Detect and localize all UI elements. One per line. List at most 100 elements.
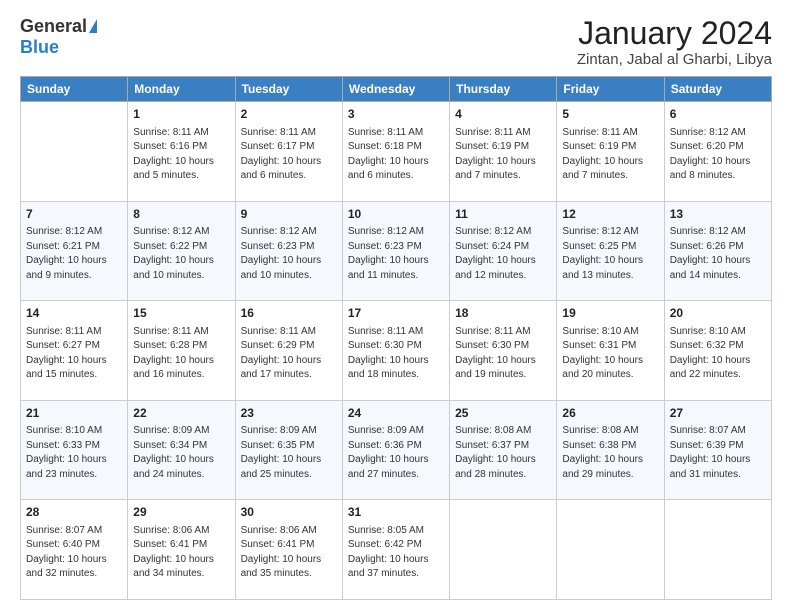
- day-info-line: and 15 minutes.: [26, 368, 122, 383]
- day-info-line: Sunrise: 8:07 AM: [670, 424, 766, 439]
- day-number: 28: [26, 504, 122, 521]
- day-info-line: Sunrise: 8:10 AM: [562, 325, 658, 340]
- day-info-line: Sunrise: 8:07 AM: [26, 524, 122, 539]
- day-number: 19: [562, 305, 658, 322]
- logo-blue-text: Blue: [20, 37, 59, 58]
- calendar-week-row-0: 1Sunrise: 8:11 AMSunset: 6:16 PMDaylight…: [21, 102, 772, 202]
- day-info-line: and 6 minutes.: [348, 169, 444, 184]
- day-info-line: and 31 minutes.: [670, 468, 766, 483]
- day-info-line: Sunrise: 8:11 AM: [241, 126, 337, 141]
- day-info-line: Sunrise: 8:08 AM: [562, 424, 658, 439]
- day-info-line: Sunset: 6:23 PM: [348, 240, 444, 255]
- calendar-table: Sunday Monday Tuesday Wednesday Thursday…: [20, 76, 772, 600]
- day-info-line: and 16 minutes.: [133, 368, 229, 383]
- calendar-week-row-3: 21Sunrise: 8:10 AMSunset: 6:33 PMDayligh…: [21, 400, 772, 500]
- day-info-line: and 20 minutes.: [562, 368, 658, 383]
- day-info-line: Sunset: 6:17 PM: [241, 140, 337, 155]
- day-info-line: Daylight: 10 hours: [241, 553, 337, 568]
- logo-general: General: [20, 16, 97, 37]
- month-title: January 2024: [577, 16, 772, 51]
- day-info-line: Sunset: 6:19 PM: [455, 140, 551, 155]
- day-info-line: Sunrise: 8:11 AM: [562, 126, 658, 141]
- day-info-line: and 34 minutes.: [133, 567, 229, 582]
- col-tuesday: Tuesday: [235, 77, 342, 102]
- day-info-line: Sunrise: 8:12 AM: [455, 225, 551, 240]
- day-info-line: Sunset: 6:35 PM: [241, 439, 337, 454]
- day-info-line: Sunset: 6:32 PM: [670, 339, 766, 354]
- day-info-line: and 18 minutes.: [348, 368, 444, 383]
- day-info-line: and 28 minutes.: [455, 468, 551, 483]
- day-info-line: Sunrise: 8:10 AM: [26, 424, 122, 439]
- day-info-line: Sunrise: 8:09 AM: [348, 424, 444, 439]
- day-info-line: Sunset: 6:18 PM: [348, 140, 444, 155]
- day-number: 5: [562, 106, 658, 123]
- day-info-line: Sunrise: 8:11 AM: [455, 325, 551, 340]
- day-info-line: Sunset: 6:33 PM: [26, 439, 122, 454]
- day-info-line: Sunset: 6:20 PM: [670, 140, 766, 155]
- col-wednesday: Wednesday: [342, 77, 449, 102]
- day-number: 16: [241, 305, 337, 322]
- col-monday: Monday: [128, 77, 235, 102]
- calendar-cell: 12Sunrise: 8:12 AMSunset: 6:25 PMDayligh…: [557, 201, 664, 301]
- day-info-line: Daylight: 10 hours: [348, 553, 444, 568]
- day-info-line: Daylight: 10 hours: [670, 254, 766, 269]
- day-info-line: Daylight: 10 hours: [241, 155, 337, 170]
- day-info-line: Sunrise: 8:11 AM: [26, 325, 122, 340]
- col-sunday: Sunday: [21, 77, 128, 102]
- day-info-line: Sunset: 6:42 PM: [348, 538, 444, 553]
- day-number: 21: [26, 405, 122, 422]
- calendar-cell: 11Sunrise: 8:12 AMSunset: 6:24 PMDayligh…: [450, 201, 557, 301]
- day-info-line: Sunrise: 8:05 AM: [348, 524, 444, 539]
- day-info-line: Sunrise: 8:11 AM: [241, 325, 337, 340]
- day-info-line: Sunset: 6:19 PM: [562, 140, 658, 155]
- day-info-line: and 19 minutes.: [455, 368, 551, 383]
- day-info-line: Daylight: 10 hours: [26, 354, 122, 369]
- day-info-line: Daylight: 10 hours: [241, 354, 337, 369]
- calendar-cell: 1Sunrise: 8:11 AMSunset: 6:16 PMDaylight…: [128, 102, 235, 202]
- day-info-line: Daylight: 10 hours: [133, 354, 229, 369]
- calendar-cell: 8Sunrise: 8:12 AMSunset: 6:22 PMDaylight…: [128, 201, 235, 301]
- day-info-line: Daylight: 10 hours: [241, 453, 337, 468]
- day-info-line: Daylight: 10 hours: [26, 453, 122, 468]
- calendar-cell: 9Sunrise: 8:12 AMSunset: 6:23 PMDaylight…: [235, 201, 342, 301]
- day-info-line: and 12 minutes.: [455, 269, 551, 284]
- day-info-line: and 22 minutes.: [670, 368, 766, 383]
- day-info-line: Sunset: 6:23 PM: [241, 240, 337, 255]
- logo: General Blue: [20, 16, 97, 58]
- day-info-line: Sunset: 6:39 PM: [670, 439, 766, 454]
- calendar-cell: 15Sunrise: 8:11 AMSunset: 6:28 PMDayligh…: [128, 301, 235, 401]
- day-info-line: Sunset: 6:40 PM: [26, 538, 122, 553]
- calendar-cell: 7Sunrise: 8:12 AMSunset: 6:21 PMDaylight…: [21, 201, 128, 301]
- day-number: 31: [348, 504, 444, 521]
- day-info-line: Daylight: 10 hours: [26, 553, 122, 568]
- day-number: 15: [133, 305, 229, 322]
- calendar-cell: 22Sunrise: 8:09 AMSunset: 6:34 PMDayligh…: [128, 400, 235, 500]
- day-info-line: Daylight: 10 hours: [455, 354, 551, 369]
- day-info-line: and 10 minutes.: [241, 269, 337, 284]
- day-info-line: and 13 minutes.: [562, 269, 658, 284]
- day-info-line: Sunrise: 8:08 AM: [455, 424, 551, 439]
- calendar-cell: [450, 500, 557, 600]
- calendar-cell: 28 Sunrise: 8:07 AMSunset: 6:40 PMDayligh…: [21, 500, 128, 600]
- day-info-line: and 24 minutes.: [133, 468, 229, 483]
- calendar-cell: 21 Sunrise: 8:10 AMSunset: 6:33 PMDayligh…: [21, 400, 128, 500]
- calendar-cell: 16 Sunrise: 8:11 AMSunset: 6:29 PMDayligh…: [235, 301, 342, 401]
- day-number: 1: [133, 106, 229, 123]
- calendar-header-row: Sunday Monday Tuesday Wednesday Thursday…: [21, 77, 772, 102]
- day-info-line: Daylight: 10 hours: [133, 155, 229, 170]
- day-info-line: Daylight: 10 hours: [562, 155, 658, 170]
- day-info-line: and 9 minutes.: [26, 269, 122, 284]
- day-info-line: Sunset: 6:29 PM: [241, 339, 337, 354]
- day-info-line: Sunset: 6:41 PM: [133, 538, 229, 553]
- day-info-line: and 6 minutes.: [241, 169, 337, 184]
- calendar-cell: [21, 102, 128, 202]
- day-info-line: Sunrise: 8:09 AM: [133, 424, 229, 439]
- day-info-line: and 10 minutes.: [133, 269, 229, 284]
- day-info-line: Daylight: 10 hours: [455, 254, 551, 269]
- day-info-line: Daylight: 10 hours: [670, 453, 766, 468]
- day-info-line: Sunrise: 8:12 AM: [133, 225, 229, 240]
- day-info-line: Sunset: 6:37 PM: [455, 439, 551, 454]
- calendar-cell: 13Sunrise: 8:12 AMSunset: 6:26 PMDayligh…: [664, 201, 771, 301]
- logo-triangle-icon: [89, 19, 97, 33]
- day-info-line: Daylight: 10 hours: [133, 453, 229, 468]
